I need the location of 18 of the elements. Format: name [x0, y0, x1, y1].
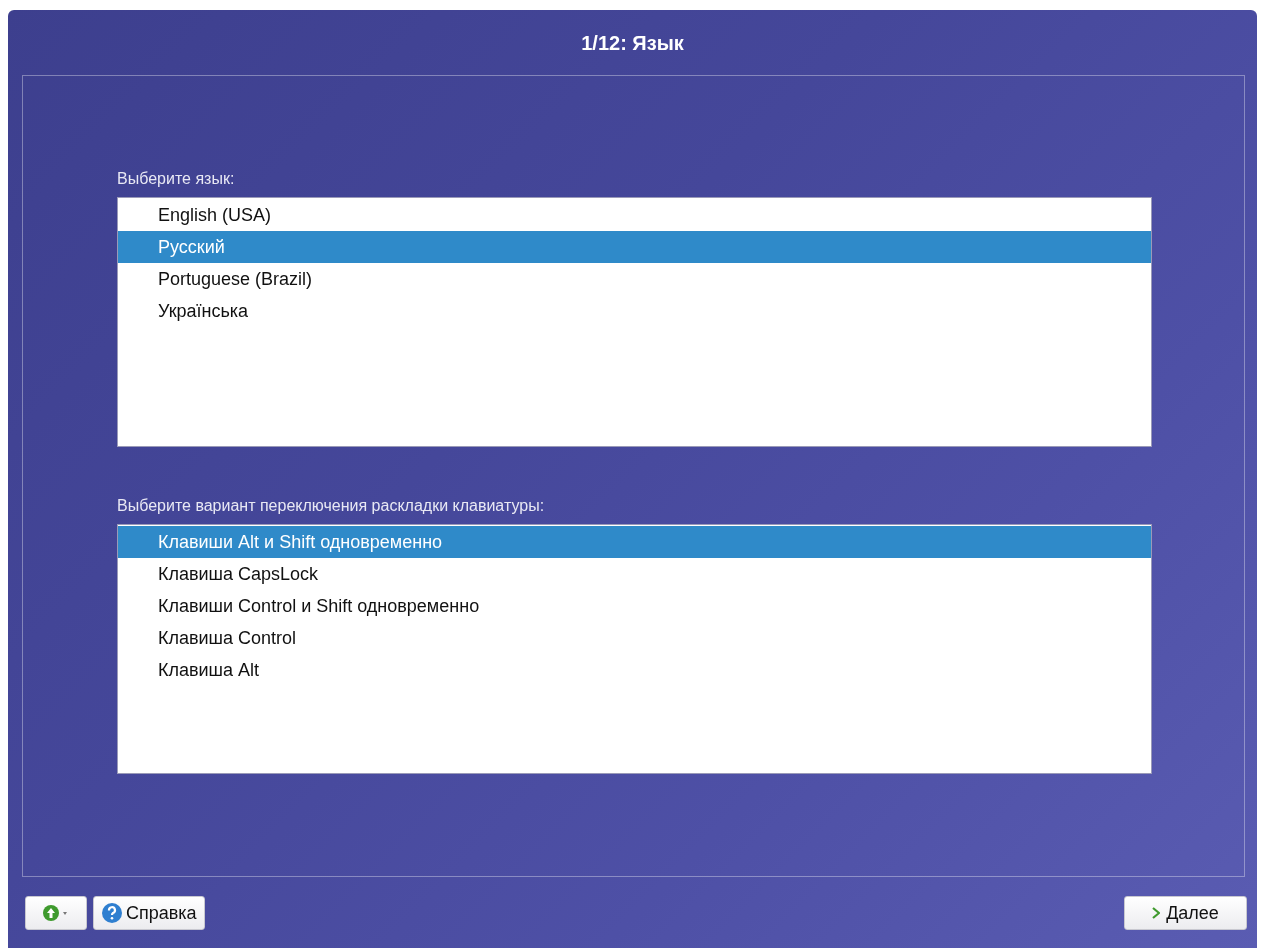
- list-item[interactable]: English (USA): [118, 199, 1151, 231]
- list-item[interactable]: Клавиша Alt: [118, 654, 1151, 686]
- help-button[interactable]: Справка: [93, 896, 205, 930]
- menu-button[interactable]: [25, 896, 87, 930]
- list-item[interactable]: Українська: [118, 295, 1151, 327]
- window-title: 1/12: Язык: [580, 31, 685, 56]
- list-label: Выберите вариант переключения раскладки клавиатуры:: [117, 497, 546, 515]
- list-item[interactable]: Клавиши Alt и Shift одновременно: [118, 526, 1151, 558]
- list-item[interactable]: Клавиша CapsLock: [118, 558, 1151, 590]
- next-button[interactable]: Далее: [1124, 896, 1247, 930]
- up-arrow-icon: [42, 904, 70, 922]
- list-item[interactable]: Клавиша Control: [118, 622, 1151, 654]
- chevron-right-icon: [1152, 907, 1161, 919]
- list-item[interactable]: Portuguese (Brazil): [118, 263, 1151, 295]
- list-item[interactable]: Русский: [118, 231, 1151, 263]
- help-icon: [101, 902, 123, 924]
- list-label: Выберите язык:: [117, 170, 236, 188]
- list-item[interactable]: Клавиши Control и Shift одновременно: [118, 590, 1151, 622]
